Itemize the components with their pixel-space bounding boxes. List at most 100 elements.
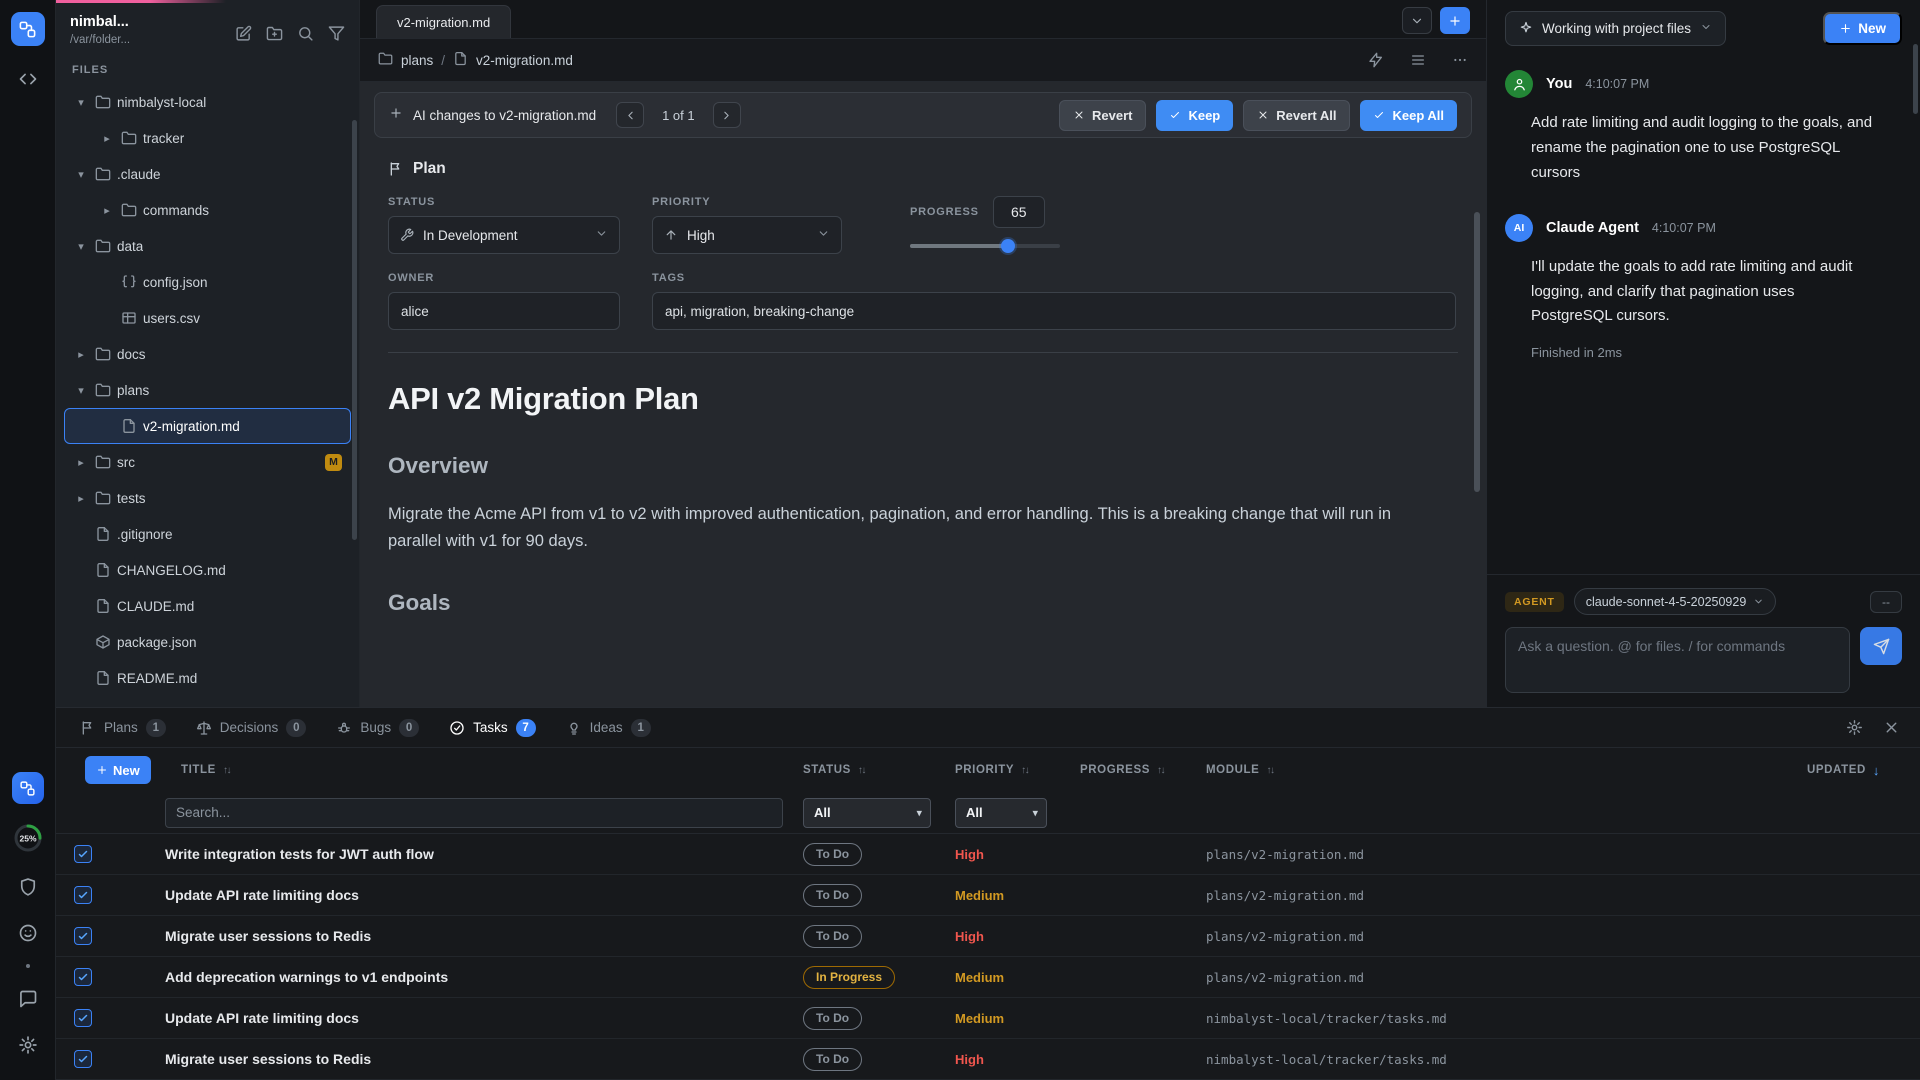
- priority-cell: Medium: [955, 1011, 1080, 1026]
- row-checkbox[interactable]: [74, 1009, 92, 1027]
- tree-item[interactable]: plans: [64, 372, 351, 408]
- column-header[interactable]: TITLE: [165, 764, 803, 776]
- tree-item[interactable]: .gitignore: [64, 516, 351, 552]
- row-checkbox[interactable]: [74, 968, 92, 986]
- editor-tab[interactable]: v2-migration.md: [376, 5, 511, 38]
- tree-item[interactable]: CLAUDE.md: [64, 588, 351, 624]
- filter-icon[interactable]: [328, 25, 345, 42]
- progress-slider[interactable]: [910, 244, 1060, 248]
- new-chat-button[interactable]: New: [1823, 12, 1902, 45]
- model-selector[interactable]: claude-sonnet-4-5-20250929: [1574, 588, 1777, 615]
- tree-item[interactable]: v2-migration.md: [64, 408, 351, 444]
- tree-item[interactable]: tests: [64, 480, 351, 516]
- feedback-smiley-icon[interactable]: [11, 918, 45, 948]
- app-logo[interactable]: [11, 12, 45, 46]
- plan-meta-fields-2: OWNER TAGS: [388, 272, 1458, 330]
- composer-more-button[interactable]: --: [1870, 591, 1902, 613]
- tags-field[interactable]: [652, 292, 1456, 330]
- breadcrumb-folder[interactable]: plans: [401, 53, 433, 68]
- task-search-input[interactable]: [165, 798, 783, 828]
- tree-item[interactable]: .claude: [64, 156, 351, 192]
- priority-dropdown[interactable]: High: [652, 216, 842, 254]
- usage-progress-ring[interactable]: 25%: [10, 820, 46, 856]
- table-row[interactable]: Add deprecation warnings to v1 endpoints…: [56, 957, 1920, 998]
- progress-value[interactable]: 65: [993, 196, 1045, 228]
- tree-item[interactable]: CHANGELOG.md: [64, 552, 351, 588]
- tree-item[interactable]: nimbalyst-local: [64, 84, 351, 120]
- chat-scrollbar[interactable]: [1913, 44, 1918, 114]
- table-row[interactable]: Migrate user sessions to Redis To Do Hig…: [56, 1039, 1920, 1080]
- zap-icon[interactable]: [1368, 52, 1384, 68]
- owner-field[interactable]: [388, 292, 620, 330]
- new-tab-button[interactable]: [1440, 7, 1470, 34]
- file-panel-actions: [235, 14, 345, 46]
- tree-item[interactable]: docs: [64, 336, 351, 372]
- keep-all-button[interactable]: Keep All: [1360, 100, 1457, 131]
- send-button[interactable]: [1860, 627, 1902, 665]
- panel-close-icon[interactable]: [1883, 719, 1900, 736]
- chat-input[interactable]: [1505, 627, 1850, 693]
- status-dropdown[interactable]: In Development: [388, 216, 620, 254]
- context-selector[interactable]: Working with project files: [1505, 11, 1726, 46]
- keep-button[interactable]: Keep: [1156, 100, 1233, 131]
- tracker-tab[interactable]: Bugs 0: [336, 708, 419, 747]
- previous-change-button[interactable]: [616, 102, 644, 128]
- tree-item[interactable]: data: [64, 228, 351, 264]
- message-timestamp: 4:10:07 PM: [1652, 221, 1716, 235]
- next-change-button[interactable]: [713, 102, 741, 128]
- ai-change-actions: Revert Keep Revert All Keep All: [1059, 100, 1457, 131]
- new-folder-icon[interactable]: [266, 25, 283, 42]
- divider: [388, 352, 1458, 353]
- file-explorer-panel: nimbal... /var/folder... FILES: [56, 0, 360, 707]
- chat-bubble-icon[interactable]: [11, 984, 45, 1014]
- column-header[interactable]: MODULE: [1206, 764, 1756, 776]
- settings-gear-icon[interactable]: [11, 1030, 45, 1060]
- shield-icon[interactable]: [11, 872, 45, 902]
- search-icon[interactable]: [297, 25, 314, 42]
- panel-settings-icon[interactable]: [1846, 719, 1863, 736]
- row-checkbox[interactable]: [74, 1050, 92, 1068]
- check-icon: [1373, 109, 1385, 121]
- new-file-icon[interactable]: [235, 25, 252, 42]
- tree-item[interactable]: users.csv: [64, 300, 351, 336]
- status-filter-select[interactable]: All: [803, 798, 931, 828]
- file-tree-scrollbar[interactable]: [352, 120, 357, 540]
- new-task-button[interactable]: New: [85, 756, 151, 784]
- tree-item[interactable]: package.json: [64, 624, 351, 660]
- chevron-down-icon: [1700, 21, 1712, 36]
- priority-filter-select[interactable]: All: [955, 798, 1047, 828]
- column-header[interactable]: PRIORITY: [955, 764, 1080, 776]
- code-view-icon[interactable]: [11, 64, 45, 94]
- tree-item[interactable]: tracker: [64, 120, 351, 156]
- progress-slider-thumb[interactable]: [1001, 239, 1015, 253]
- tab-list-dropdown-button[interactable]: [1402, 7, 1432, 34]
- revert-all-button[interactable]: Revert All: [1243, 100, 1350, 131]
- tree-item[interactable]: config.json: [64, 264, 351, 300]
- outline-list-icon[interactable]: [1410, 52, 1426, 68]
- row-checkbox[interactable]: [74, 886, 92, 904]
- tracker-tab[interactable]: Decisions 0: [196, 708, 307, 747]
- table-row[interactable]: Update API rate limiting docs To Do Medi…: [56, 998, 1920, 1039]
- tracker-tab[interactable]: Plans 1: [80, 708, 166, 747]
- bug-icon: [336, 720, 352, 736]
- column-header[interactable]: PROGRESS: [1080, 764, 1206, 776]
- table-row[interactable]: Write integration tests for JWT auth flo…: [56, 834, 1920, 875]
- workspace-icon[interactable]: [12, 772, 44, 804]
- breadcrumb-file[interactable]: v2-migration.md: [476, 53, 573, 68]
- row-checkbox[interactable]: [74, 845, 92, 863]
- task-table-body: Write integration tests for JWT auth flo…: [56, 834, 1920, 1080]
- column-header[interactable]: UPDATED: [1807, 763, 1880, 778]
- more-options-icon[interactable]: [1452, 52, 1468, 68]
- tracker-tab[interactable]: Tasks 7: [449, 708, 536, 747]
- tree-item[interactable]: README.md: [64, 660, 351, 696]
- table-row[interactable]: Update API rate limiting docs To Do Medi…: [56, 875, 1920, 916]
- column-header[interactable]: STATUS: [803, 764, 955, 776]
- tree-item[interactable]: src M: [64, 444, 351, 480]
- table-row[interactable]: Migrate user sessions to Redis To Do Hig…: [56, 916, 1920, 957]
- tracker-tab[interactable]: Ideas 1: [566, 708, 651, 747]
- tree-item[interactable]: commands: [64, 192, 351, 228]
- document-scrollbar[interactable]: [1474, 212, 1480, 492]
- folder-icon: [120, 129, 138, 147]
- revert-button[interactable]: Revert: [1059, 100, 1146, 131]
- row-checkbox[interactable]: [74, 927, 92, 945]
